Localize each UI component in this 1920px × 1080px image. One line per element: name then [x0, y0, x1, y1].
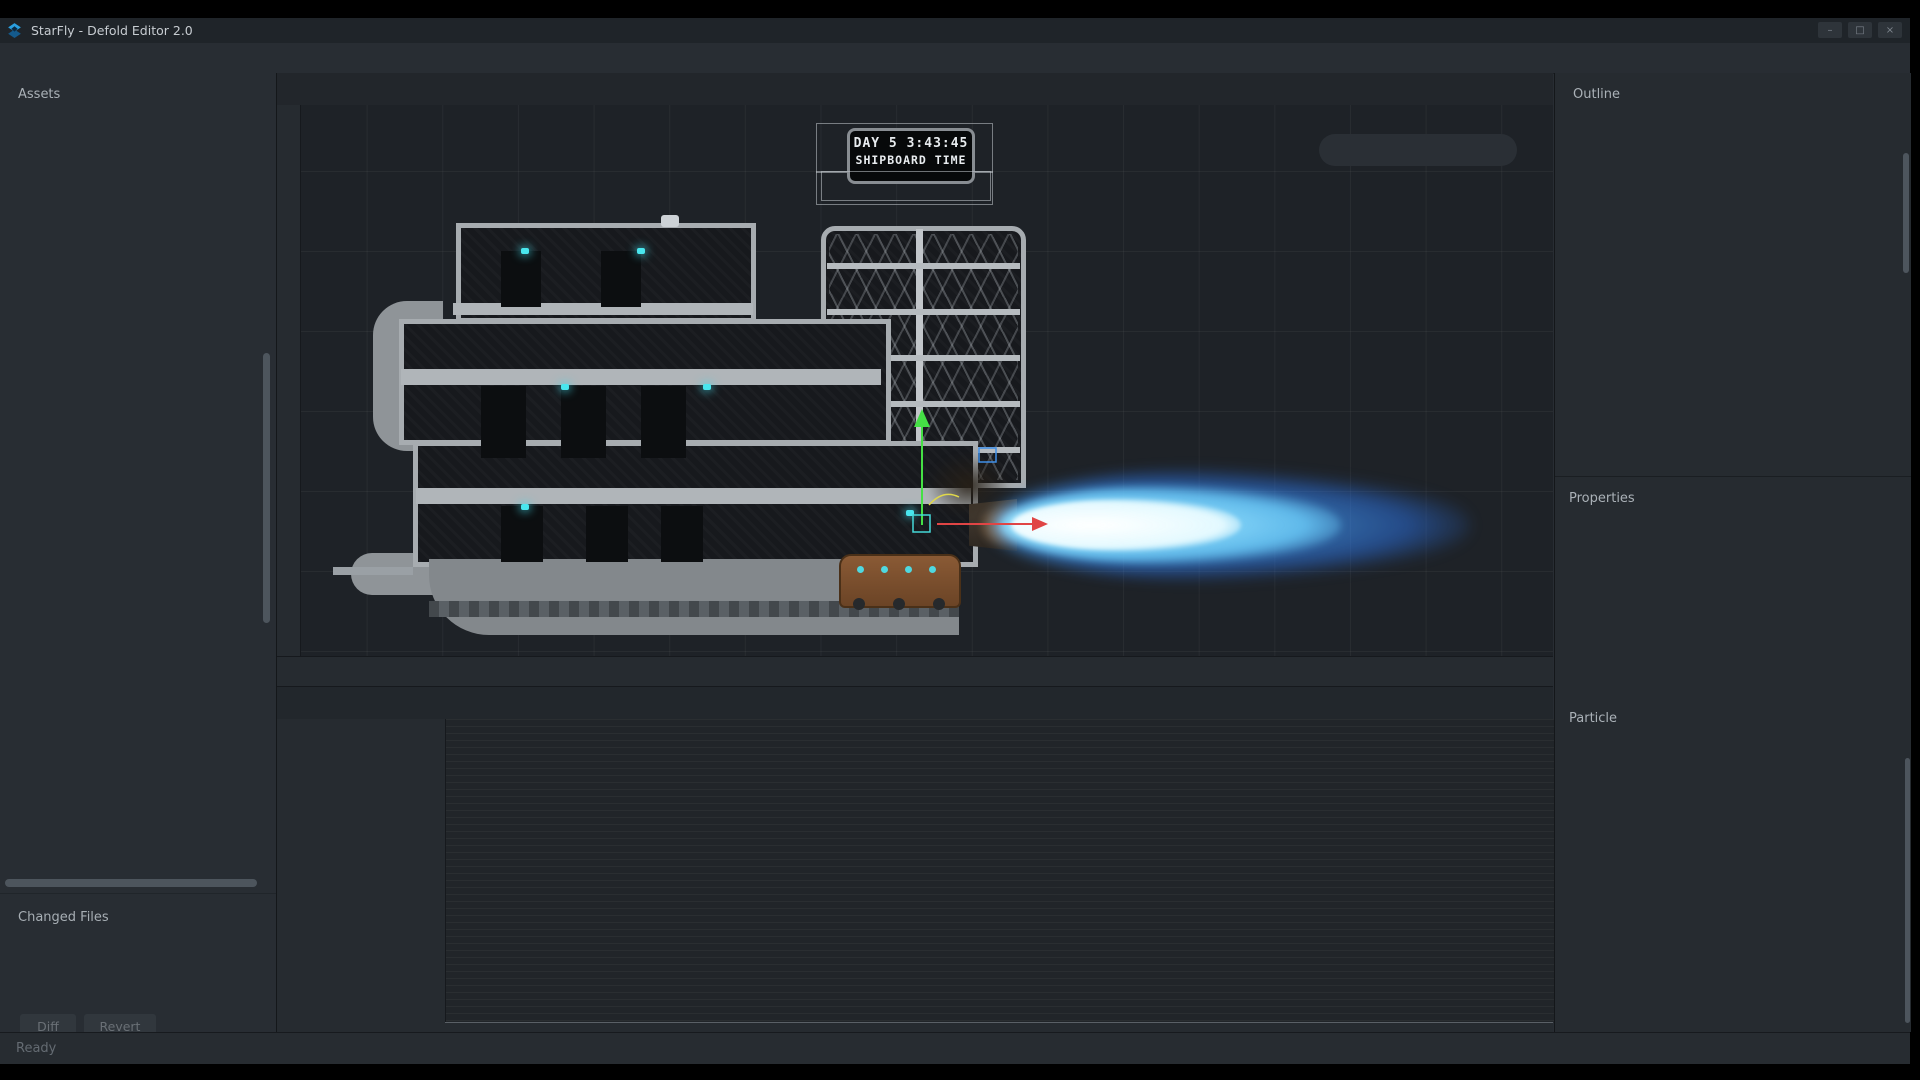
hud-caption: SHIPBOARD TIME: [850, 153, 972, 167]
properties-title: Properties: [1569, 491, 1635, 506]
window-title: StarFly - Defold Editor 2.0: [31, 23, 193, 38]
changed-files-panel: Changed Files Diff Revert: [0, 893, 276, 1051]
bottom-pane: [277, 686, 1553, 1033]
assets-horizontal-scrollbar[interactable]: [5, 879, 257, 887]
curve-plot[interactable]: [445, 719, 1554, 1022]
menu-bar: [0, 43, 1910, 74]
asset-tree: [0, 115, 276, 875]
assets-vertical-scrollbar[interactable]: [263, 353, 270, 623]
status-text: Ready: [16, 1041, 56, 1056]
title-bar: StarFly - Defold Editor 2.0 – □ ×: [0, 18, 1910, 43]
outline-scrollbar[interactable]: [1903, 153, 1909, 273]
window-controls: – □ ×: [1818, 22, 1902, 38]
defold-editor-window: StarFly - Defold Editor 2.0 – □ × Assets…: [0, 18, 1910, 1063]
screen: StarFly - Defold Editor 2.0 – □ × Assets…: [0, 0, 1920, 1080]
scene-toolbar: [1319, 134, 1517, 166]
gizmo-y-arrowhead[interactable]: [914, 409, 930, 427]
status-bar: Ready: [0, 1032, 1910, 1064]
assets-panel: Assets Changed Files Diff Revert: [0, 73, 277, 1050]
velocity-curve: [929, 494, 959, 505]
particle-title: Particle: [1569, 711, 1617, 726]
selection-box[interactable]: [979, 448, 996, 462]
close-button[interactable]: ×: [1878, 22, 1902, 38]
vertical-ruler: [277, 105, 301, 656]
assets-panel-title: Assets: [18, 87, 60, 102]
scene-view[interactable]: DAY 5 3:43:45 SHIPBOARD TIME: [277, 105, 1553, 686]
maximize-button[interactable]: □: [1848, 22, 1872, 38]
right-panel: Outline Properties Particle: [1554, 73, 1911, 1032]
editor-tab-bar: [277, 73, 1553, 105]
changed-files-title: Changed Files: [18, 910, 109, 925]
curve-legend: [277, 719, 445, 1033]
minimize-button[interactable]: –: [1818, 22, 1842, 38]
time-speed-strip: [821, 171, 991, 201]
hud-day-time: DAY 5 3:43:45: [850, 136, 972, 151]
curve-canvas: [446, 719, 1554, 1022]
editor-center: DAY 5 3:43:45 SHIPBOARD TIME: [277, 73, 1553, 1032]
gizmo-x-arrowhead[interactable]: [1032, 517, 1048, 531]
properties-scrollbar[interactable]: [1905, 758, 1910, 1023]
outline-title: Outline: [1573, 87, 1620, 102]
horizontal-ruler: [277, 656, 1553, 686]
defold-logo-icon: [6, 22, 23, 39]
bottom-tab-bar: [277, 687, 1553, 719]
